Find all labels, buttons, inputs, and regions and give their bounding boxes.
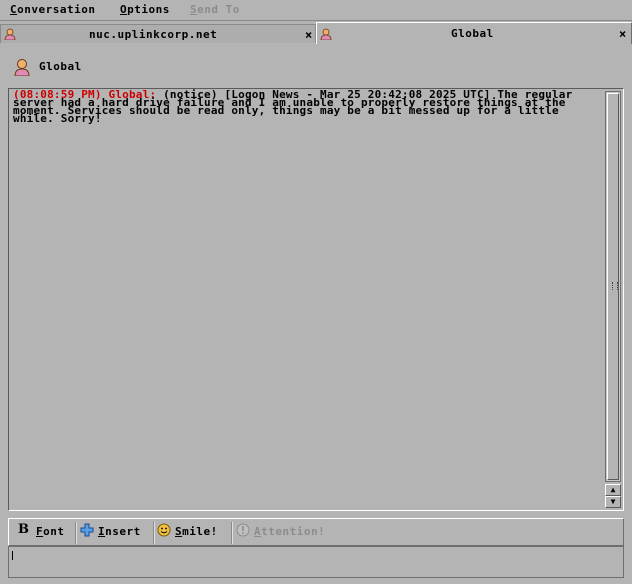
menu-bar: Conversation Options Send To — [0, 0, 632, 20]
menu-conversation[interactable]: Conversation — [10, 3, 95, 16]
conversation-name: Global — [39, 60, 82, 73]
vertical-scrollbar[interactable]: ▲ ▼ — [605, 91, 621, 508]
message-input[interactable] — [8, 546, 624, 578]
close-icon[interactable]: × — [619, 27, 626, 41]
menu-send-to[interactable]: Send To — [190, 3, 240, 16]
tab-label: nuc.uplinkcorp.net — [89, 28, 218, 41]
attention-icon — [236, 523, 250, 537]
attention-button[interactable]: Attention! — [236, 523, 336, 543]
toolbar-separator — [231, 522, 233, 544]
tab-nuc-uplinkcorp[interactable]: nuc.uplinkcorp.net × — [0, 24, 316, 43]
scroll-thumb[interactable] — [607, 93, 619, 480]
scroll-down-button[interactable]: ▼ — [605, 496, 621, 508]
menu-options[interactable]: Options — [120, 3, 170, 16]
user-icon — [14, 59, 30, 76]
menu-separator — [0, 20, 632, 21]
smile-button[interactable]: Smile! — [157, 523, 229, 543]
plus-icon — [80, 523, 94, 537]
message-log[interactable]: (08:08:59 PM) Global: (notice) [Logon Ne… — [8, 88, 624, 511]
scroll-track[interactable] — [605, 91, 621, 482]
text-caret — [12, 551, 13, 560]
scroll-up-button[interactable]: ▲ — [605, 484, 621, 496]
bold-b-icon: B — [18, 522, 30, 537]
insert-button[interactable]: Insert — [80, 523, 150, 543]
log-message: (08:08:59 PM) Global: (notice) [Logon Ne… — [13, 89, 601, 124]
toolbar-separator — [153, 522, 155, 544]
tab-global[interactable]: Global × — [316, 22, 632, 44]
smiley-icon — [157, 523, 171, 537]
user-icon — [320, 28, 332, 40]
grip-icon — [612, 282, 618, 290]
close-icon[interactable]: × — [305, 28, 312, 42]
toolbar-separator — [75, 522, 77, 544]
tab-label: Global — [451, 27, 494, 40]
user-icon — [4, 28, 16, 40]
font-button[interactable]: B Font — [18, 523, 80, 543]
format-toolbar: B Font Insert Smile! Attention! — [8, 518, 624, 546]
